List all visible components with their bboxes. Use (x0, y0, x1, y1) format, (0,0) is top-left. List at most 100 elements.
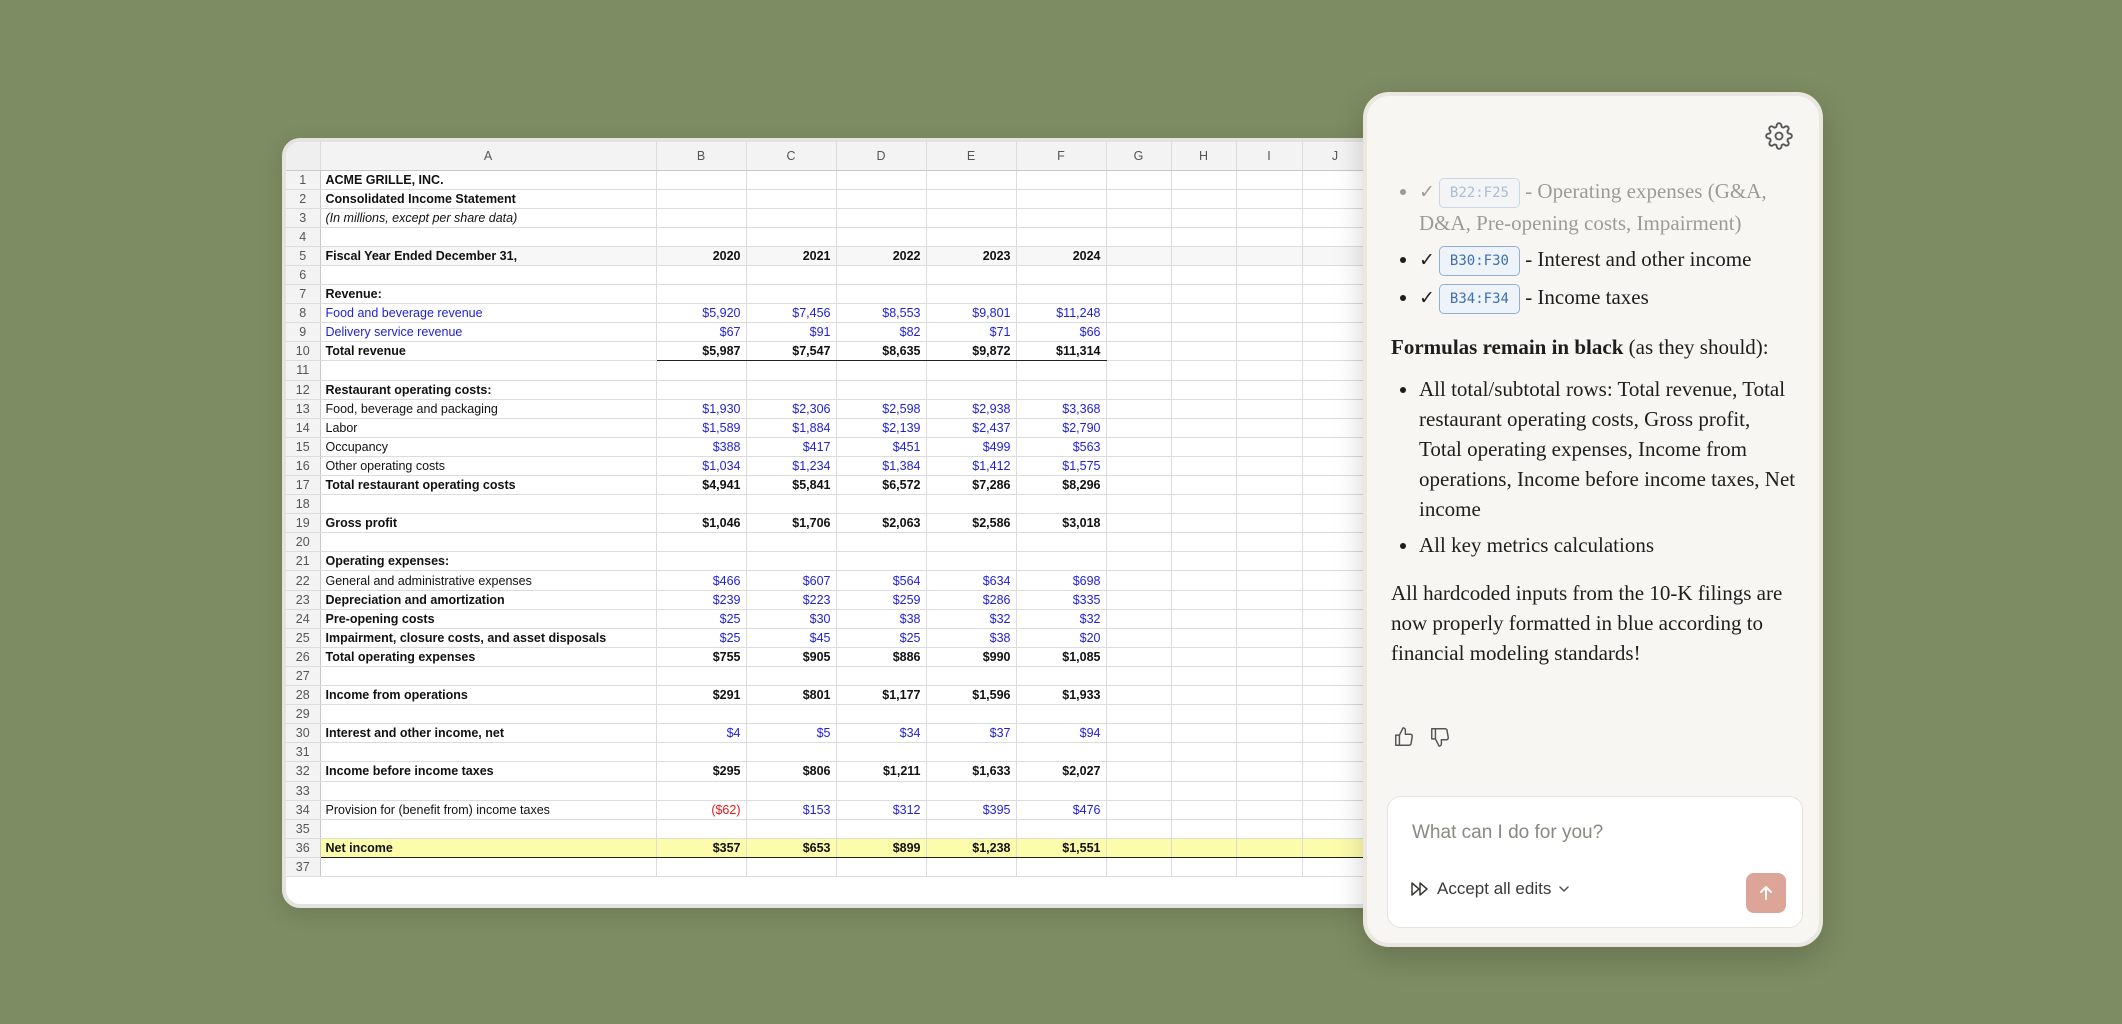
row-number[interactable]: 22 (286, 570, 321, 591)
cell-label[interactable]: Food, beverage and packaging (320, 399, 657, 419)
cell-empty[interactable] (1171, 742, 1237, 763)
prompt-input[interactable] (1410, 817, 1784, 849)
cell-empty[interactable] (1302, 303, 1369, 324)
select-all-corner[interactable] (286, 142, 321, 171)
cell-label[interactable] (320, 819, 657, 839)
range-chip[interactable]: B30:F30 (1438, 246, 1520, 276)
cell-value[interactable] (656, 551, 747, 572)
cell-value[interactable] (836, 360, 927, 381)
cell-value[interactable]: $7,456 (746, 303, 837, 324)
cell-value[interactable] (746, 227, 837, 247)
cell-value[interactable] (836, 781, 927, 801)
cell-value[interactable]: $395 (926, 800, 1017, 820)
cell-value[interactable]: $801 (746, 685, 837, 706)
cell-empty[interactable] (1106, 437, 1172, 457)
cell-empty[interactable] (1236, 380, 1303, 400)
cell-value[interactable]: $564 (836, 570, 927, 591)
cell-empty[interactable] (1106, 609, 1172, 629)
row-number[interactable]: 5 (286, 246, 321, 266)
cell-empty[interactable] (1106, 570, 1172, 591)
cell-empty[interactable] (1106, 704, 1172, 725)
cell-empty[interactable] (1171, 303, 1237, 324)
cell-empty[interactable] (1236, 513, 1303, 534)
cell-empty[interactable] (1236, 284, 1303, 305)
cell-value[interactable]: $634 (926, 570, 1017, 591)
cell-value[interactable] (746, 551, 837, 572)
cell-value[interactable]: $66 (1016, 322, 1107, 343)
cell-empty[interactable] (1171, 819, 1237, 839)
cell-empty[interactable] (1106, 189, 1172, 209)
cell-empty[interactable] (1106, 170, 1172, 190)
cell-value[interactable]: $3,368 (1016, 399, 1107, 419)
cell-empty[interactable] (1302, 742, 1369, 763)
cell-label[interactable]: Impairment, closure costs, and asset dis… (320, 628, 657, 648)
row-number[interactable]: 7 (286, 284, 321, 305)
cell-value[interactable] (926, 380, 1017, 400)
cell-empty[interactable] (1236, 781, 1303, 801)
cell-empty[interactable] (1106, 819, 1172, 839)
cell-value[interactable]: $2,027 (1016, 761, 1107, 782)
cell-value[interactable]: $1,034 (656, 456, 747, 477)
cell-empty[interactable] (1236, 837, 1303, 858)
cell-value[interactable] (1016, 208, 1107, 228)
cell-empty[interactable] (1236, 170, 1303, 190)
cell-empty[interactable] (1236, 265, 1303, 286)
cell-value[interactable] (926, 551, 1017, 572)
cell-empty[interactable] (1236, 189, 1303, 209)
cell-value[interactable] (836, 265, 927, 286)
cell-value[interactable]: $1,633 (926, 761, 1017, 782)
cell-empty[interactable] (1302, 609, 1369, 629)
cell-empty[interactable] (1106, 208, 1172, 228)
cell-value[interactable]: $67 (656, 322, 747, 343)
cell-value[interactable] (926, 227, 1017, 247)
cell-empty[interactable] (1171, 208, 1237, 228)
row-number[interactable]: 27 (286, 666, 321, 687)
cell-empty[interactable] (1236, 227, 1303, 247)
cell-empty[interactable] (1236, 570, 1303, 591)
cell-empty[interactable] (1302, 590, 1369, 610)
cell-empty[interactable] (1106, 494, 1172, 515)
cell-value[interactable]: $37 (926, 723, 1017, 744)
gear-icon[interactable] (1765, 122, 1793, 150)
cell-value[interactable]: $1,884 (746, 418, 837, 438)
cell-value[interactable] (1016, 551, 1107, 572)
cell-label[interactable]: Food and beverage revenue (320, 303, 657, 324)
row-number[interactable]: 25 (286, 628, 321, 648)
row-number[interactable]: 10 (286, 341, 321, 362)
cell-empty[interactable] (1106, 532, 1172, 553)
row-number[interactable]: 26 (286, 647, 321, 667)
cell-value[interactable]: $11,314 (1016, 341, 1107, 362)
cell-value[interactable] (746, 189, 837, 209)
cell-empty[interactable] (1302, 189, 1369, 209)
cell-empty[interactable] (1302, 666, 1369, 687)
cell-empty[interactable] (1171, 475, 1237, 496)
cell-empty[interactable] (1171, 570, 1237, 591)
cell-empty[interactable] (1302, 532, 1369, 553)
cell-value[interactable]: $2,063 (836, 513, 927, 534)
cell-label[interactable] (320, 360, 657, 381)
cell-empty[interactable] (1302, 857, 1369, 877)
cell-empty[interactable] (1236, 647, 1303, 667)
cell-empty[interactable] (1106, 761, 1172, 782)
cell-empty[interactable] (1171, 380, 1237, 400)
cell-label[interactable] (320, 781, 657, 801)
cell-empty[interactable] (1236, 360, 1303, 381)
column-header-f[interactable]: F (1016, 142, 1107, 171)
row-number[interactable]: 2 (286, 189, 321, 209)
cell-empty[interactable] (1106, 475, 1172, 496)
cell-value[interactable] (1016, 380, 1107, 400)
cell-empty[interactable] (1236, 704, 1303, 725)
cell-value[interactable] (656, 704, 747, 725)
cell-value[interactable] (656, 284, 747, 305)
cell-label[interactable] (320, 704, 657, 725)
cell-empty[interactable] (1171, 800, 1237, 820)
cell-value[interactable]: $417 (746, 437, 837, 457)
cell-value[interactable]: $905 (746, 647, 837, 667)
cell-empty[interactable] (1171, 628, 1237, 648)
cell-value[interactable]: $4,941 (656, 475, 747, 496)
cell-value[interactable]: $4 (656, 723, 747, 744)
column-header-a[interactable]: A (320, 142, 657, 171)
cell-value[interactable] (656, 380, 747, 400)
cell-empty[interactable] (1302, 475, 1369, 496)
cell-value[interactable] (656, 170, 747, 190)
